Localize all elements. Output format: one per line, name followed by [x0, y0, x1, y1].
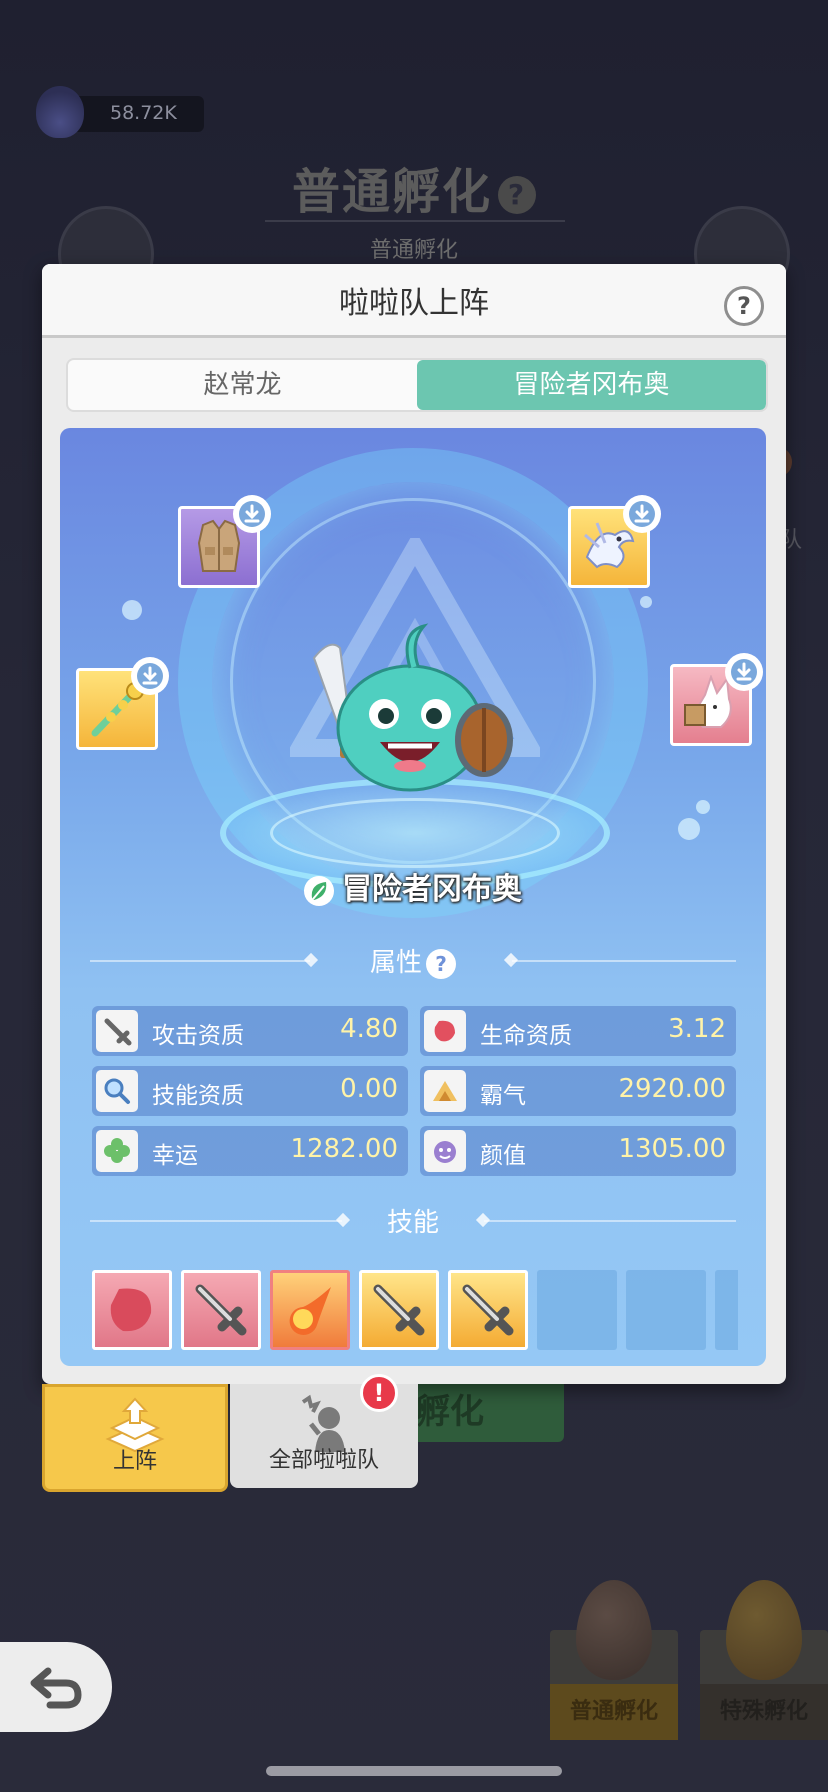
- normal-hatch-label: 普通孵化: [550, 1684, 678, 1740]
- hero-tabs: 赵常龙 冒险者冈布奥: [66, 358, 768, 412]
- stage-platform-ring: [270, 798, 560, 868]
- currency-display: 58.72K: [36, 86, 204, 138]
- tab-deploy-label: 上阵: [112, 1449, 157, 1474]
- sparkle: [640, 596, 652, 608]
- notification-alert-icon: !: [360, 1374, 398, 1412]
- clover-icon: [96, 1130, 138, 1172]
- unequip-download-icon[interactable]: [233, 495, 271, 533]
- fireball-icon: [289, 1287, 331, 1335]
- tab-zhao-changlong[interactable]: 赵常龙: [68, 360, 417, 410]
- skill-slot-3[interactable]: [270, 1270, 350, 1350]
- equipment-slot-armor[interactable]: [178, 495, 271, 588]
- background-help-icon: ?: [498, 176, 536, 214]
- normal-hatch-card: 普通孵化: [550, 1580, 678, 1740]
- equipment-slot-mount[interactable]: [568, 495, 661, 588]
- dialog-title: 啦啦队上阵: [339, 286, 489, 321]
- unequip-download-icon[interactable]: [131, 657, 169, 695]
- special-hatch-card: 特殊孵化: [700, 1580, 828, 1740]
- pet-stage: 冒险者冈布奥 属性? 攻击资质 4.80 生命资质 3.12 技能资质 0.00…: [60, 428, 766, 1366]
- attribute-skill: 技能资质 0.00: [92, 1066, 408, 1116]
- skill-slot-empty: [626, 1270, 706, 1350]
- attribute-value: 0.00: [340, 1074, 398, 1104]
- attribute-luck: 幸运 1282.00: [92, 1126, 408, 1176]
- sparkle: [122, 600, 142, 620]
- attribute-health: 生命资质 3.12: [420, 1006, 736, 1056]
- golden-egg-icon: [726, 1580, 802, 1680]
- sparkle: [678, 818, 700, 840]
- attribute-value: 1305.00: [618, 1134, 726, 1164]
- skill-slot-2[interactable]: [181, 1270, 261, 1350]
- background-title-text: 普通孵化: [291, 164, 492, 220]
- cheer-squad-dialog: 啦啦队上阵 ? 赵常龙 冒险者冈布奥 冒险者冈布奥 属性 ? 攻击资质 4.80…: [42, 264, 786, 1384]
- currency-value: 58.72K: [110, 102, 177, 124]
- attributes-grid: 攻击资质 4.80 生命资质 3.12 技能资质 0.00 霸气 2920.00…: [92, 1006, 738, 1176]
- skill-slot-empty: [715, 1270, 738, 1350]
- adventurer-gumball-character[interactable]: [300, 618, 520, 798]
- background-hatch-button-label: 孵化: [416, 1392, 484, 1432]
- sparkle: [696, 800, 710, 814]
- attribute-label: 技能资质: [152, 1083, 244, 1109]
- background-divider: [265, 220, 565, 222]
- attributes-title: 属性?: [60, 942, 766, 979]
- mountain-icon: [424, 1070, 466, 1112]
- attribute-appearance: 颜值 1305.00: [420, 1126, 736, 1176]
- tab-all-cheer-squad[interactable]: ! 全部啦啦队: [230, 1374, 418, 1488]
- equipment-slot-companion[interactable]: [670, 653, 763, 746]
- leaf-icon: [304, 875, 334, 906]
- skill-slot-5[interactable]: [448, 1270, 528, 1350]
- attribute-value: 3.12: [668, 1014, 726, 1044]
- skills-row: [92, 1270, 738, 1352]
- tab-deploy[interactable]: 上阵: [42, 1384, 228, 1492]
- skill-slot-empty: [537, 1270, 617, 1350]
- dialog-header: 啦啦队上阵 ?: [42, 264, 786, 338]
- home-indicator[interactable]: [266, 1766, 562, 1776]
- attributes-help-button[interactable]: ?: [426, 948, 456, 979]
- face-icon: [424, 1130, 466, 1172]
- heart-icon: [110, 1288, 152, 1332]
- unequip-download-icon[interactable]: [725, 653, 763, 691]
- sword-icon: [195, 1284, 247, 1336]
- pet-name: 冒险者冈布奥: [60, 864, 766, 908]
- attribute-label: 幸运: [152, 1143, 198, 1169]
- attribute-dominance: 霸气 2920.00: [420, 1066, 736, 1116]
- special-hatch-label: 特殊孵化: [700, 1684, 828, 1740]
- attribute-label: 霸气: [480, 1083, 526, 1109]
- skills-title: 技能: [386, 1208, 439, 1238]
- sword-icon: [373, 1284, 425, 1336]
- attribute-label: 生命资质: [480, 1023, 572, 1049]
- skill-slot-4[interactable]: [359, 1270, 439, 1350]
- sword-icon: [462, 1284, 514, 1336]
- skill-slot-1[interactable]: [92, 1270, 172, 1350]
- attribute-value: 4.80: [340, 1014, 398, 1044]
- flame-icon: [36, 86, 84, 138]
- magnifier-icon: [96, 1070, 138, 1112]
- tab-all-cheer-squad-label: 全部啦啦队: [268, 1448, 379, 1473]
- sword-icon: [96, 1010, 138, 1052]
- back-button[interactable]: [0, 1642, 112, 1732]
- attributes-title-text: 属性: [369, 948, 422, 978]
- unequip-download-icon[interactable]: [623, 495, 661, 533]
- attribute-attack: 攻击资质 4.80: [92, 1006, 408, 1056]
- help-button[interactable]: ?: [724, 286, 764, 326]
- attribute-label: 攻击资质: [152, 1023, 244, 1049]
- pet-name-text: 冒险者冈布奥: [342, 872, 522, 907]
- heart-icon: [424, 1010, 466, 1052]
- attribute-label: 颜值: [480, 1143, 526, 1169]
- attribute-value: 2920.00: [618, 1074, 726, 1104]
- egg-icon: [576, 1580, 652, 1680]
- tab-adventurer-gumball[interactable]: 冒险者冈布奥: [417, 360, 766, 410]
- equipment-slot-weapon[interactable]: [76, 657, 169, 750]
- attribute-value: 1282.00: [290, 1134, 398, 1164]
- back-arrow-icon: [30, 1667, 82, 1709]
